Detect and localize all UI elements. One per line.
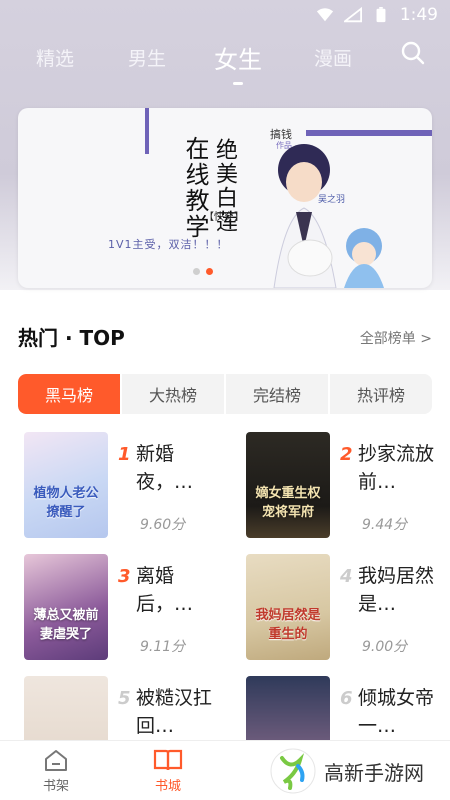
book-cover-text: 嫡女重生权宠将军府 <box>255 486 321 520</box>
book-card[interactable]: 薄总又被前妻虐哭了 3 离婚后，… 9.11分 <box>24 554 224 664</box>
book-rank: 4 <box>340 566 353 587</box>
bottom-nav-bookshelf[interactable]: 书架 <box>0 741 112 800</box>
all-rankings-link[interactable]: 全部榜单 > <box>360 328 432 348</box>
book-score: 9.44分 <box>362 517 408 533</box>
book-rank: 6 <box>340 688 353 709</box>
battery-icon <box>376 7 386 23</box>
watermark: 高新手游网 <box>270 748 424 794</box>
rank-tab-heima[interactable]: 黑马榜 <box>18 374 122 414</box>
book-title[interactable]: 离婚后，… <box>136 562 216 618</box>
tab-jingxuan[interactable]: 精选 <box>36 44 74 71</box>
book-card[interactable]: 嫡女重生权宠将军府 2 抄家流放前… 9.44分 <box>246 432 446 542</box>
watermark-text: 高新手游网 <box>324 760 424 785</box>
bottom-nav-bookstore[interactable]: 书城 <box>112 741 224 800</box>
book-score: 9.60分 <box>140 517 186 533</box>
book-rank: 2 <box>340 444 353 465</box>
signal-icon <box>343 7 362 23</box>
home-icon <box>45 749 67 771</box>
book-card[interactable]: 植物人老公撩醒了 1 新婚夜，… 9.60分 <box>24 432 224 542</box>
book-cover-text: 我妈居然是重生的 <box>255 608 321 642</box>
book-rank: 1 <box>118 444 131 465</box>
rank-tab-wanjie[interactable]: 完结榜 <box>226 374 330 414</box>
banner-subtitle: 1V1主受，双洁！！！ <box>108 238 229 251</box>
banner-stripe <box>145 108 149 154</box>
book-cover[interactable]: 嫡女重生权宠将军府 <box>246 432 330 538</box>
tab-nvsheng[interactable]: 女生 <box>214 40 262 85</box>
book-title[interactable]: 抄家流放前… <box>358 440 438 496</box>
promo-banner[interactable]: 在线教学 绝美白莲 【快穿】 1V1主受，双洁！！！ 搞钱 作品 吴之羽 <box>18 108 432 288</box>
book-icon <box>153 749 183 770</box>
banner-illustration <box>273 144 384 288</box>
bottom-nav-label: 书城 <box>154 778 181 794</box>
book-cover-text: 薄总又被前妻虐哭了 <box>33 608 99 642</box>
rank-tab-reping[interactable]: 热评榜 <box>330 374 432 414</box>
book-cover[interactable]: 薄总又被前妻虐哭了 <box>24 554 108 660</box>
rank-tabs: 黑马榜 大热榜 完结榜 热评榜 <box>18 374 432 414</box>
book-rank: 5 <box>118 688 131 709</box>
pagination-dot-active[interactable] <box>206 268 213 275</box>
banner-tag: 【快穿】 <box>204 212 244 223</box>
book-card[interactable]: 我妈居然是重生的 4 我妈居然是… 9.00分 <box>246 554 446 664</box>
pagination-dot[interactable] <box>193 268 200 275</box>
search-icon[interactable] <box>400 40 426 66</box>
book-title[interactable]: 倾城女帝一… <box>358 684 438 740</box>
book-cover[interactable]: 我妈居然是重生的 <box>246 554 330 660</box>
top-nav: 精选 男生 女生 漫画 <box>0 34 450 85</box>
tab-nansheng[interactable]: 男生 <box>128 44 166 71</box>
watermark-logo-icon <box>270 748 316 794</box>
book-cover-text: 植物人老公撩醒了 <box>33 486 99 520</box>
section-header-hot: 热门 · TOP 全部榜单 > <box>18 322 432 352</box>
tab-manhua[interactable]: 漫画 <box>314 44 352 71</box>
book-title[interactable]: 被糙汉扛回… <box>136 684 216 740</box>
section-title: 热门 · TOP <box>18 326 125 350</box>
banner-pagination <box>193 268 213 275</box>
bottom-nav-label: 书架 <box>42 778 69 794</box>
rank-tab-dare[interactable]: 大热榜 <box>122 374 226 414</box>
status-bar: 1:49 <box>0 0 450 30</box>
wifi-icon <box>316 8 333 22</box>
book-cover[interactable]: 植物人老公撩醒了 <box>24 432 108 538</box>
book-title[interactable]: 新婚夜，… <box>136 440 216 496</box>
status-time: 1:49 <box>399 5 438 25</box>
book-rank: 3 <box>118 566 131 587</box>
book-title[interactable]: 我妈居然是… <box>358 562 438 618</box>
book-score: 9.00分 <box>362 639 408 655</box>
book-score: 9.11分 <box>140 639 186 655</box>
